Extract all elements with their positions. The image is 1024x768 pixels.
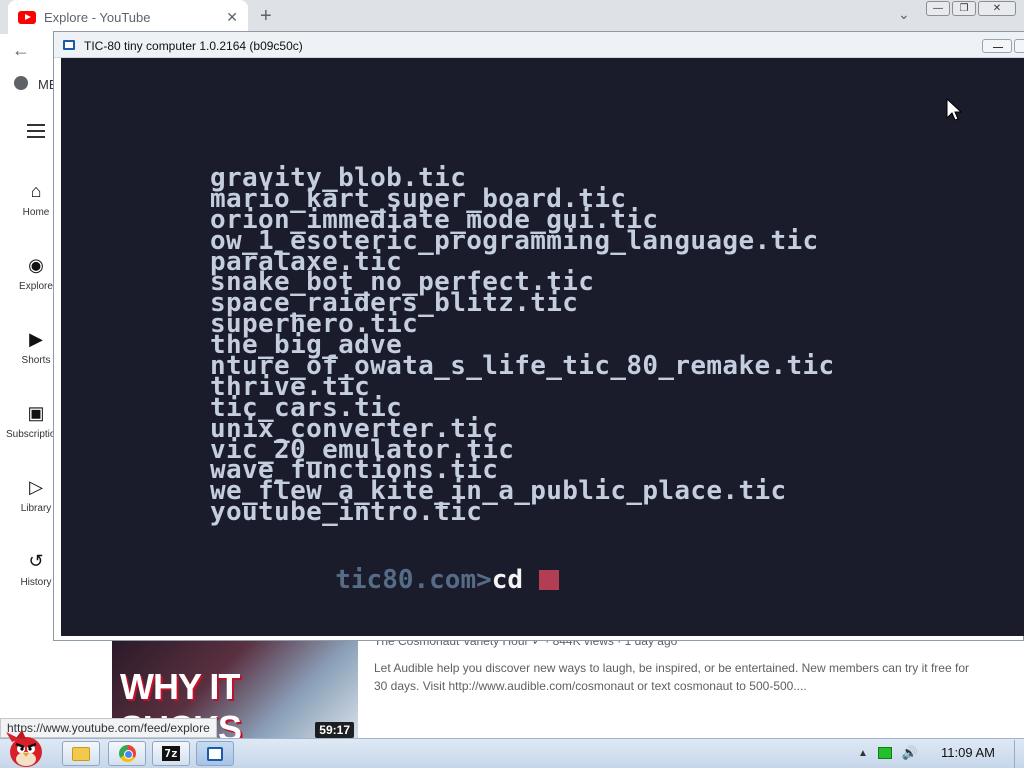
command-line[interactable]: tic80.com>cd (210, 544, 560, 593)
video-duration: 59:17 (315, 722, 354, 738)
7zip-icon: 7z (162, 746, 180, 761)
show-hidden-icons-icon[interactable]: ▲ (858, 748, 868, 759)
history-icon: ↺ (28, 551, 44, 571)
back-button[interactable]: ← (12, 40, 30, 61)
sidebar-item-label: History (20, 577, 52, 588)
mouse-pointer-icon (946, 98, 962, 121)
browser-window-controls: — ❐ ✕ (926, 1, 1016, 16)
system-tray: ▲ 🔊 (858, 745, 918, 761)
library-icon: ▷ (29, 477, 43, 497)
taskbar-7zip-button[interactable]: 7z (152, 741, 190, 766)
sidebar-item-label: Library (20, 503, 52, 514)
subscriptions-icon: ▣ (27, 403, 45, 423)
video-description: Let Audible help you discover new ways t… (374, 661, 969, 693)
browser-maximize-button[interactable]: ❐ (952, 1, 976, 16)
tic80-window-controls (982, 39, 1024, 53)
file-list: gravity_blob.tic mario_kart_super_board.t… (210, 165, 835, 525)
console-command: cd (491, 565, 524, 595)
tic80-app-icon (63, 40, 75, 50)
console-prompt: tic80.com> (335, 565, 492, 595)
hamburger-menu-icon[interactable] (27, 124, 45, 142)
show-desktop-button[interactable] (1014, 740, 1024, 768)
browser-close-button[interactable]: ✕ (978, 1, 1016, 16)
home-icon: ⌂ (30, 181, 42, 201)
globe-icon (14, 76, 28, 90)
sidebar-item-label: Home (22, 207, 50, 218)
volume-icon[interactable]: 🔊 (902, 745, 918, 761)
shorts-icon: ▶ (29, 329, 43, 349)
chrome-icon (118, 745, 136, 762)
browser-minimize-button[interactable]: — (926, 1, 950, 16)
tic80-window-title: TIC-80 tiny computer 1.0.2164 (b09c50c) (84, 39, 303, 53)
taskbar-tic80-button[interactable] (196, 741, 234, 766)
sidebar-item-label: Shorts (21, 355, 51, 366)
tab-title: Explore - YouTube (44, 9, 151, 25)
clock[interactable]: 11:09 AM (941, 745, 995, 760)
tic80-icon (207, 746, 223, 761)
start-button-icon[interactable] (2, 728, 48, 768)
tic80-maximize-button[interactable] (1014, 39, 1024, 53)
text-cursor (539, 570, 560, 590)
tic80-titlebar[interactable]: TIC-80 tiny computer 1.0.2164 (b09c50c) (54, 32, 1024, 58)
tic80-window: TIC-80 tiny computer 1.0.2164 (b09c50c) … (53, 31, 1024, 641)
tic80-console[interactable]: gravity_blob.tic mario_kart_super_board.t… (61, 58, 1024, 636)
tic80-minimize-button[interactable] (982, 39, 1012, 53)
tab-close-icon[interactable]: ✕ (226, 9, 238, 26)
taskbar-chrome-button[interactable] (108, 741, 146, 766)
youtube-logo-icon (18, 10, 36, 24)
browser-tab[interactable]: Explore - YouTube ✕ (8, 0, 248, 34)
network-icon[interactable] (877, 747, 892, 759)
screen: Explore - YouTube ✕ + ⌄ — ❐ ✕ ← ME ⌂ Hom… (0, 0, 1024, 768)
tab-search-chevron-icon[interactable]: ⌄ (898, 6, 910, 23)
new-tab-button[interactable]: + (260, 5, 272, 28)
folder-icon (72, 746, 90, 761)
sidebar-item-label: Explore (19, 281, 53, 292)
browser-tabbar: Explore - YouTube ✕ + ⌄ — ❐ ✕ (0, 0, 1024, 34)
compass-icon: ◉ (28, 255, 44, 275)
taskbar-explorer-button[interactable] (62, 741, 100, 766)
